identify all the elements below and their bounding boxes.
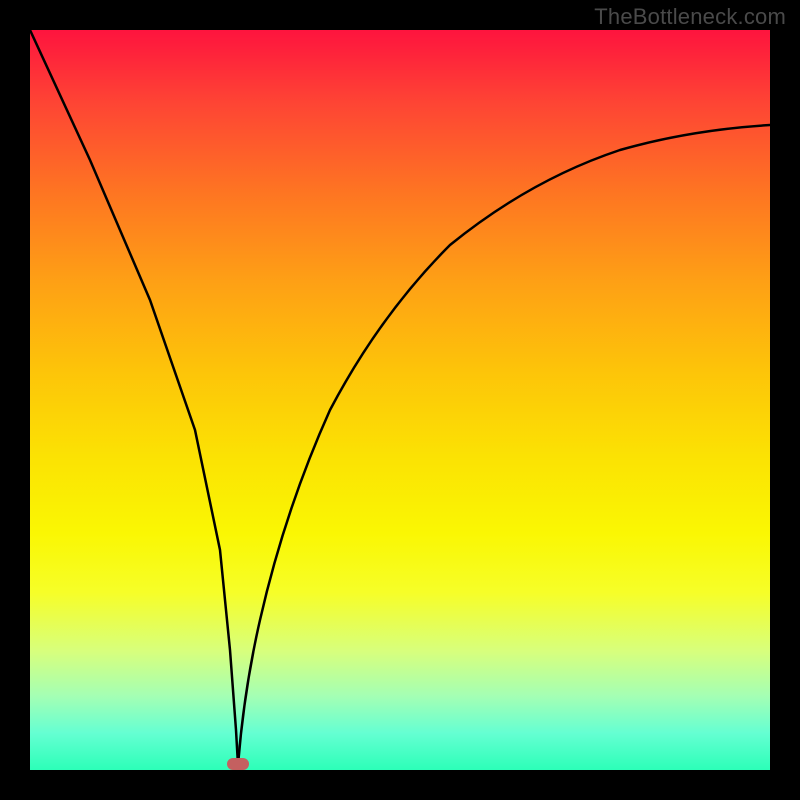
minimum-marker	[227, 758, 249, 770]
watermark-text: TheBottleneck.com	[594, 4, 786, 30]
plot-area	[30, 30, 770, 770]
chart-frame: TheBottleneck.com	[0, 0, 800, 800]
curve-left-branch	[30, 30, 238, 765]
curve-right-branch	[238, 125, 770, 765]
curve-svg	[30, 30, 770, 770]
